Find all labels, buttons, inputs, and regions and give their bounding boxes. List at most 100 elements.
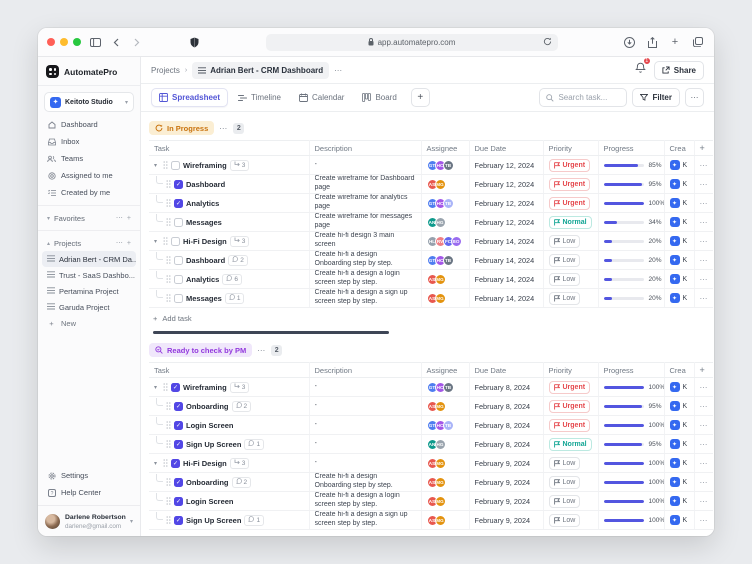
group-more-icon[interactable]: ⋯: [257, 346, 266, 355]
description-cell[interactable]: -: [309, 378, 421, 397]
task-checkbox[interactable]: [174, 294, 183, 303]
assignee-avatar[interactable]: MG: [435, 477, 446, 488]
due-date-cell[interactable]: February 8, 2024: [469, 435, 543, 454]
task-cell[interactable]: ✓Login Screen: [149, 492, 309, 511]
comment-count-badge[interactable]: 2: [232, 401, 252, 412]
table-row[interactable]: Analytics6Create hi-fi a design a login …: [149, 270, 713, 289]
assignee-avatar[interactable]: MG: [435, 293, 446, 304]
user-profile[interactable]: Darlene Robertson darlene@gmail.com ▾: [38, 505, 140, 536]
creator-cell[interactable]: ✦K: [664, 213, 694, 232]
table-row[interactable]: ▾✓Hi-Fi Design3-ASMGFebruary 9, 2024Low1…: [149, 454, 713, 473]
assignee-avatar[interactable]: MG: [435, 274, 446, 285]
row-menu-cell[interactable]: ⋯: [694, 194, 713, 213]
row-menu-cell[interactable]: ⋯: [694, 492, 713, 511]
assignee-avatar[interactable]: MG: [435, 401, 446, 412]
description-cell[interactable]: Create wireframe for messages page: [309, 213, 421, 232]
task-checkbox[interactable]: ✓: [174, 478, 183, 487]
task-checkbox[interactable]: [171, 237, 180, 246]
table-row[interactable]: ▾✓Wireframing3-GTHCTBFebruary 8, 2024Urg…: [149, 378, 713, 397]
assignee-cell[interactable]: ASMG: [421, 397, 469, 416]
description-cell[interactable]: Create hi-fi a design a login screen ste…: [309, 492, 421, 511]
drag-handle-icon[interactable]: [166, 294, 171, 302]
downloads-icon[interactable]: [622, 35, 636, 49]
creator-cell[interactable]: ✦K: [664, 511, 694, 530]
due-date-cell[interactable]: February 12, 2024: [469, 213, 543, 232]
column-header-priority[interactable]: Priority: [543, 363, 598, 378]
priority-cell[interactable]: Normal: [543, 435, 598, 454]
row-more-icon[interactable]: ⋯: [700, 402, 709, 411]
due-date-cell[interactable]: February 8, 2024: [469, 378, 543, 397]
priority-badge[interactable]: Low: [549, 235, 581, 248]
drag-handle-icon[interactable]: [163, 237, 168, 245]
row-more-icon[interactable]: ⋯: [700, 218, 709, 227]
task-checkbox[interactable]: ✓: [171, 383, 180, 392]
table-row[interactable]: ✓Onboarding2-ASMGFebruary 8, 2024Urgent9…: [149, 397, 713, 416]
row-more-icon[interactable]: ⋯: [700, 421, 709, 430]
drag-handle-icon[interactable]: [166, 402, 171, 410]
row-menu-cell[interactable]: ⋯: [694, 270, 713, 289]
row-collapse-icon[interactable]: ▾: [154, 162, 160, 169]
table-row[interactable]: ▾Wireframing3-GTHCTBFebruary 12, 2024Urg…: [149, 156, 713, 175]
priority-badge[interactable]: Low: [549, 476, 581, 489]
projects-section-header[interactable]: ▴ Projects ⋯ +: [38, 235, 140, 251]
comment-count-badge[interactable]: 2: [228, 255, 248, 266]
filter-button[interactable]: Filter: [632, 88, 680, 107]
row-more-icon[interactable]: ⋯: [700, 294, 709, 303]
breadcrumb-root[interactable]: Projects: [151, 66, 180, 75]
assignee-cell[interactable]: ANHG: [421, 213, 469, 232]
traffic-lights[interactable]: [47, 38, 81, 46]
creator-cell[interactable]: ✦K: [664, 454, 694, 473]
assignee-avatar[interactable]: TB: [443, 198, 454, 209]
task-checkbox[interactable]: ✓: [174, 402, 183, 411]
table-row[interactable]: Messages1Create hi-fi a design a sign up…: [149, 289, 713, 308]
priority-badge[interactable]: Urgent: [549, 400, 591, 413]
task-checkbox[interactable]: ✓: [174, 497, 183, 506]
description-cell[interactable]: -: [309, 454, 421, 473]
priority-cell[interactable]: Low: [543, 473, 598, 492]
sidebar-item-inbox[interactable]: Inbox: [38, 133, 140, 150]
task-checkbox[interactable]: ✓: [174, 199, 183, 208]
task-checkbox[interactable]: [174, 218, 183, 227]
comment-count-badge[interactable]: 1: [244, 515, 264, 526]
assignee-avatar[interactable]: TB: [443, 160, 454, 171]
table-row[interactable]: MessagesCreate wireframe for messages pa…: [149, 213, 713, 232]
assignee-cell[interactable]: GTHCTB: [421, 194, 469, 213]
comment-count-badge[interactable]: 1: [244, 439, 264, 450]
creator-cell[interactable]: ✦K: [664, 435, 694, 454]
drag-handle-icon[interactable]: [163, 459, 168, 467]
due-date-cell[interactable]: February 8, 2024: [469, 397, 543, 416]
priority-cell[interactable]: Urgent: [543, 397, 598, 416]
zoom-window-button[interactable]: [73, 38, 81, 46]
horizontal-scrollbar-thumb[interactable]: [153, 331, 389, 334]
creator-cell[interactable]: ✦K: [664, 416, 694, 435]
sidebar-item-dashboard[interactable]: Dashboard: [38, 116, 140, 133]
add-view-button[interactable]: +: [411, 88, 430, 107]
task-checkbox[interactable]: [174, 256, 183, 265]
shield-icon[interactable]: [187, 35, 201, 49]
task-checkbox[interactable]: ✓: [174, 516, 183, 525]
drag-handle-icon[interactable]: [166, 199, 171, 207]
priority-cell[interactable]: Urgent: [543, 156, 598, 175]
priority-cell[interactable]: Low: [543, 270, 598, 289]
description-cell[interactable]: Create hi-fi a design Onboarding step by…: [309, 473, 421, 492]
table-row[interactable]: Dashboard2Create hi-fi a design Onboardi…: [149, 251, 713, 270]
row-menu-cell[interactable]: ⋯: [694, 473, 713, 492]
assignee-cell[interactable]: ASMG: [421, 454, 469, 473]
assignee-cell[interactable]: ANHG: [421, 435, 469, 454]
row-menu-cell[interactable]: ⋯: [694, 251, 713, 270]
creator-cell[interactable]: ✦K: [664, 251, 694, 270]
drag-handle-icon[interactable]: [166, 256, 171, 264]
assignee-avatar[interactable]: BO: [451, 236, 462, 247]
row-menu-cell[interactable]: ⋯: [694, 511, 713, 530]
priority-cell[interactable]: Low: [543, 492, 598, 511]
add-column-button[interactable]: +: [694, 141, 713, 156]
drag-handle-icon[interactable]: [166, 275, 171, 283]
task-cell[interactable]: Messages: [149, 213, 309, 232]
assignee-avatar[interactable]: TB: [443, 255, 454, 266]
creator-cell[interactable]: ✦K: [664, 232, 694, 251]
row-more-icon[interactable]: ⋯: [700, 256, 709, 265]
priority-badge[interactable]: Normal: [549, 438, 592, 451]
assignee-cell[interactable]: GTHCTB: [421, 378, 469, 397]
description-cell[interactable]: Create hi-fi a design Onboarding step by…: [309, 251, 421, 270]
due-date-cell[interactable]: February 9, 2024: [469, 454, 543, 473]
